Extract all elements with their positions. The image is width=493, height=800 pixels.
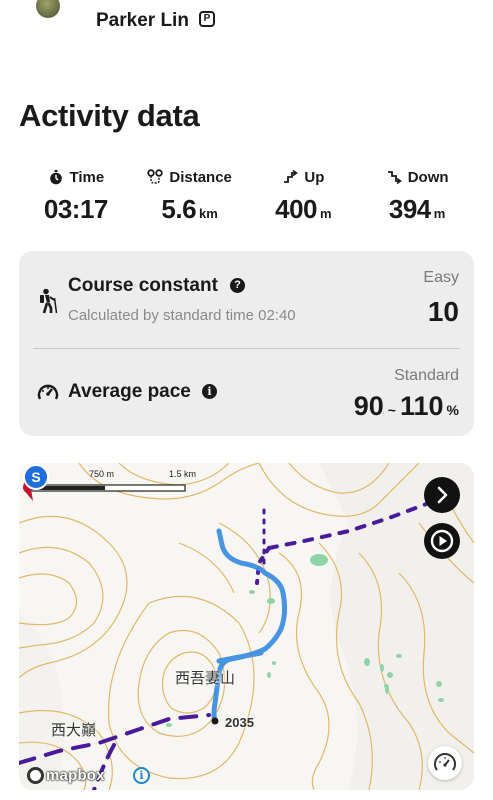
stat-down: Down 394 m <box>360 166 474 236</box>
avatar[interactable] <box>36 0 60 18</box>
play-icon <box>430 529 454 553</box>
pace-separator: ~ <box>387 402 396 418</box>
start-marker-icon[interactable]: S <box>19 463 49 501</box>
play-button[interactable] <box>424 523 460 559</box>
pace-max: 110 <box>399 391 444 421</box>
course-constant-title: Course constant <box>68 275 218 296</box>
premium-badge-icon: P <box>199 11 215 27</box>
mapbox-wordmark: mapbox <box>46 766 105 784</box>
mapbox-logo[interactable]: mapbox <box>27 766 105 784</box>
stat-distance: Distance 5.6 km <box>133 166 247 236</box>
chevron-right-icon <box>437 486 448 504</box>
course-constant-row[interactable]: Course constant ? Calculated by standard… <box>19 251 474 348</box>
map-canvas <box>19 463 474 790</box>
scale-label-max: 1.5 km <box>169 469 197 479</box>
stat-up-value: 400 <box>275 194 318 224</box>
start-marker-label: S <box>31 469 40 485</box>
elevation-label: 2035 <box>225 715 254 730</box>
stat-distance-value: 5.6 <box>161 194 197 224</box>
speedometer-icon <box>434 753 456 771</box>
average-pace-row[interactable]: Average pace i Standard 90 ~110% <box>19 349 474 436</box>
user-name[interactable]: Parker Lin <box>96 10 189 32</box>
stat-up-label: Up <box>304 168 325 186</box>
stat-time-value: 03:17 <box>43 194 109 224</box>
stat-down-label: Down <box>407 168 449 186</box>
stats-row: Time 03:17 Distance 5.6 km Up 400 m Down… <box>19 166 474 236</box>
route-line <box>211 528 288 724</box>
pace-unit: % <box>446 402 459 418</box>
stat-down-unit: m <box>433 206 446 221</box>
next-button[interactable] <box>424 477 460 513</box>
pace-gauge-button[interactable] <box>428 746 462 780</box>
route-icon <box>147 169 164 184</box>
course-constant-subtitle: Calculated by standard time 02:40 <box>68 307 296 324</box>
stat-up-unit: m <box>320 206 332 221</box>
stat-up: Up 400 m <box>247 166 361 236</box>
help-icon[interactable]: ? <box>230 278 245 293</box>
average-pace-level: Standard <box>394 367 459 384</box>
scale-bar <box>24 484 186 492</box>
course-constant-value: 10 <box>427 296 459 327</box>
summary-card: Course constant ? Calculated by standard… <box>19 251 474 436</box>
stopwatch-icon <box>49 170 62 185</box>
stat-time-label: Time <box>69 168 105 186</box>
stat-distance-label: Distance <box>169 168 232 186</box>
scale-label-mid: 750 m <box>89 469 115 479</box>
descent-icon <box>387 171 402 185</box>
info-icon[interactable]: i <box>202 384 217 399</box>
average-pace-title: Average pace <box>68 381 191 402</box>
stat-time: Time 03:17 <box>19 166 133 236</box>
mapbox-mark-icon <box>27 766 44 784</box>
route-map[interactable]: 0 750 m 1.5 km 西吾妻山 西大巓 2035 S mapbox i <box>19 463 474 790</box>
peak-label-nishiazuma: 西吾妻山 <box>175 669 236 687</box>
peak-label-nishidaiten: 西大巓 <box>51 721 97 739</box>
stat-distance-unit: km <box>199 206 218 221</box>
attribution-info-icon[interactable]: i <box>133 767 150 784</box>
ascent-icon <box>284 169 299 183</box>
profile-header: Parker Lin P <box>0 0 493 60</box>
average-pace-range: 90 ~110% <box>354 391 459 422</box>
pace-min: 90 <box>353 391 384 421</box>
stat-down-value: 394 <box>388 194 431 224</box>
hiker-icon <box>40 288 58 314</box>
course-constant-level: Easy <box>423 269 459 286</box>
section-title: Activity data <box>19 98 200 133</box>
gauge-icon <box>37 384 59 400</box>
